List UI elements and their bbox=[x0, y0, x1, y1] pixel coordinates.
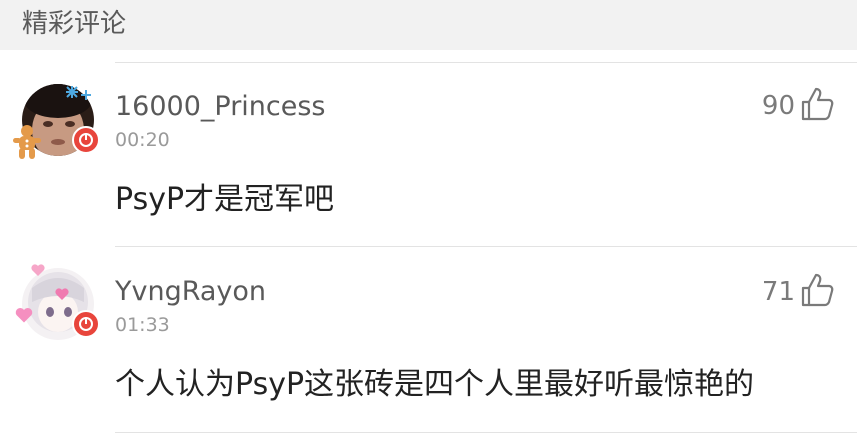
comment-username[interactable]: YvngRayon bbox=[115, 275, 266, 309]
divider bbox=[115, 246, 857, 247]
like-count: 71 bbox=[761, 277, 795, 307]
comment-username[interactable]: 16000_Princess bbox=[115, 90, 326, 124]
comment-text: 个人认为PsyP这张砖是四个人里最好听最惊艳的 bbox=[115, 367, 755, 402]
comments-page: 精彩评论 16000_Princess 00:20 90 PsyP才是冠军吧 Y… bbox=[0, 0, 857, 440]
pink-heart-icon bbox=[54, 286, 70, 305]
section-title: 精彩评论 bbox=[22, 9, 127, 39]
like-button[interactable]: 90 bbox=[762, 86, 835, 126]
divider bbox=[115, 62, 857, 63]
pink-heart-icon bbox=[14, 306, 34, 328]
pink-heart-icon bbox=[30, 262, 46, 281]
music-badge-icon bbox=[72, 310, 100, 338]
divider bbox=[115, 432, 857, 433]
thumbs-up-icon bbox=[799, 272, 835, 312]
comment-time: 01:33 bbox=[115, 314, 170, 336]
like-button[interactable]: 71 bbox=[762, 272, 835, 312]
music-badge-icon bbox=[72, 126, 100, 154]
comment-time: 00:20 bbox=[115, 129, 170, 151]
section-header: 精彩评论 bbox=[0, 0, 857, 50]
snowflake-decoration-icon bbox=[64, 82, 94, 110]
like-count: 90 bbox=[761, 91, 795, 121]
thumbs-up-icon bbox=[799, 86, 835, 126]
gingerbread-decoration-icon bbox=[12, 124, 42, 164]
comment-text: PsyP才是冠军吧 bbox=[115, 182, 335, 217]
